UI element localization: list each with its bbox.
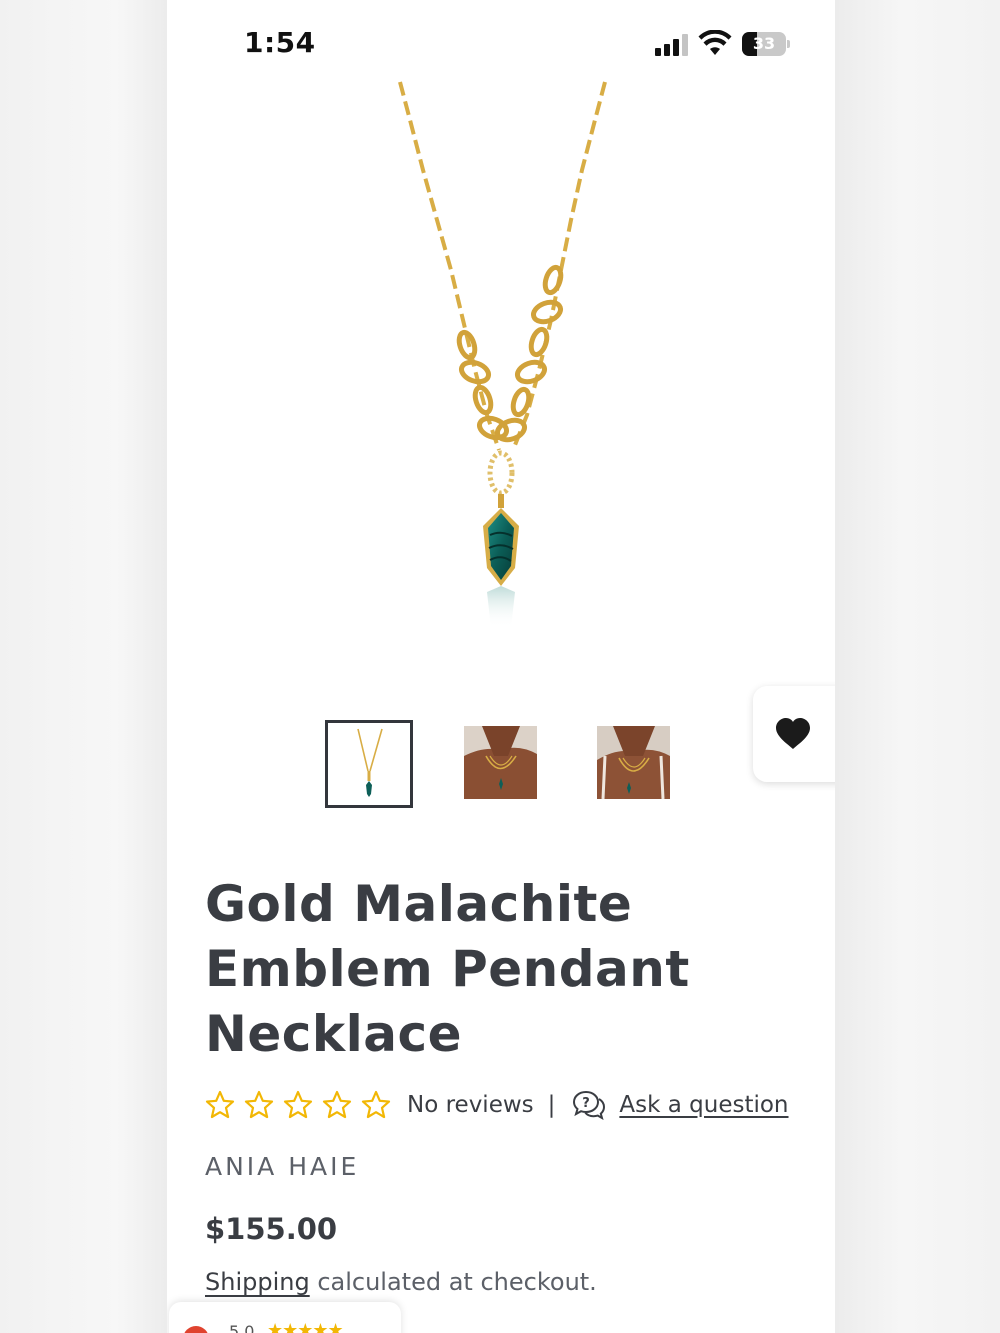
question-chat-icon[interactable]: ? bbox=[573, 1090, 606, 1120]
rating-row: No reviews | ? Ask a question bbox=[205, 1088, 789, 1122]
wishlist-button[interactable] bbox=[753, 686, 835, 782]
battery-tip bbox=[787, 40, 790, 48]
svg-text:?: ? bbox=[583, 1096, 591, 1111]
necklace-thumbnail bbox=[357, 728, 383, 797]
wifi-icon bbox=[698, 30, 732, 55]
necklace-product-image[interactable] bbox=[167, 80, 835, 680]
badge-stars: ★★★★★ bbox=[267, 1320, 344, 1333]
thumbnail-2[interactable] bbox=[464, 726, 537, 799]
star-outline-icon bbox=[205, 1090, 235, 1119]
thumbnail-3[interactable] bbox=[597, 726, 670, 799]
reviews-badge[interactable]: 5.0 ★★★★★ bbox=[169, 1302, 401, 1333]
star-outline-icon bbox=[283, 1090, 313, 1119]
shipping-text: calculated at checkout. bbox=[309, 1268, 597, 1296]
product-title: Gold Malachite Emblem Pendant Necklace bbox=[205, 875, 690, 1063]
shipping-link[interactable]: Shipping bbox=[205, 1268, 310, 1296]
thumbnail-1[interactable] bbox=[325, 720, 413, 808]
ask-question-link[interactable]: Ask a question bbox=[619, 1092, 788, 1118]
battery-percent: 33 bbox=[752, 34, 776, 53]
star-outline-icon bbox=[322, 1090, 352, 1119]
model-wearing-necklace-thumbnail bbox=[597, 726, 670, 799]
reviews-count[interactable]: No reviews bbox=[407, 1092, 534, 1118]
heart-icon bbox=[776, 718, 810, 749]
phone-screen: 1:54 33 Gold Malachite Emblem Pendant Ne… bbox=[167, 0, 835, 1333]
star-outline-icon bbox=[361, 1090, 391, 1119]
battery-icon: 33 bbox=[742, 32, 786, 56]
price: $155.00 bbox=[205, 1212, 338, 1246]
shipping-note: Shipping calculated at checkout. bbox=[205, 1268, 597, 1296]
background-blur-right bbox=[835, 0, 1000, 1333]
star-outline-icon bbox=[244, 1090, 274, 1119]
badge-score: 5.0 bbox=[229, 1322, 255, 1333]
badge-logo-icon bbox=[183, 1326, 209, 1333]
cellular-signal-icon bbox=[655, 34, 689, 56]
separator: | bbox=[547, 1092, 556, 1118]
star-rating[interactable] bbox=[205, 1090, 391, 1120]
background-blur-left bbox=[0, 0, 167, 1333]
status-time: 1:54 bbox=[244, 26, 316, 59]
brand-name[interactable]: ANIA HAIE bbox=[205, 1152, 359, 1181]
model-wearing-necklace-thumbnail bbox=[464, 726, 537, 799]
